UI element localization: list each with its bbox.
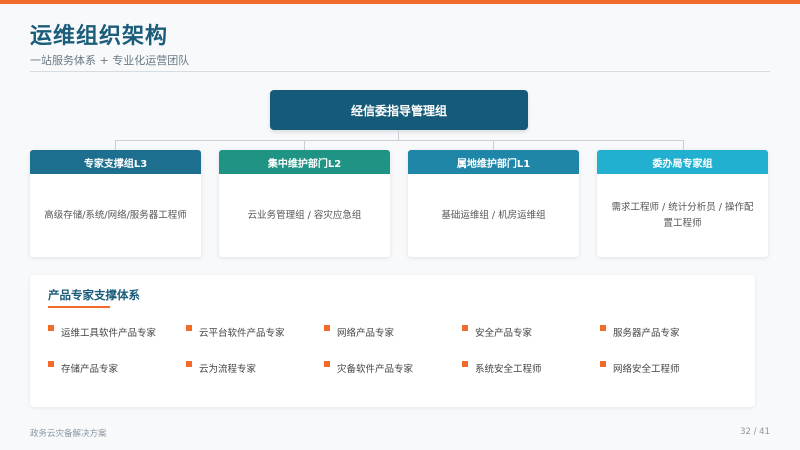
page-number: 32 / 41: [740, 427, 770, 437]
dept-name: 属地维护部门L1: [456, 158, 531, 170]
support-title-underline: [48, 306, 110, 308]
dept-desc: 云业务管理组 / 容灾应急组: [247, 209, 362, 221]
connector-dept-1: [115, 140, 116, 150]
org-root-label: 经信委指导管理组: [350, 103, 447, 118]
bullet-icon: [462, 361, 468, 367]
bullet-icon: [48, 361, 54, 367]
expert-item: 云为流程专家: [186, 361, 256, 375]
expert-item: 系统安全工程师: [462, 361, 542, 375]
expert-label: 运维工具软件产品专家: [61, 328, 157, 339]
expert-label: 网络产品专家: [337, 328, 395, 339]
expert-item: 服务器产品专家: [600, 325, 680, 339]
dept-name: 专家支撑组L3: [83, 158, 148, 170]
dept-desc: 需求工程师 / 统计分析员 / 操作配置工程师: [611, 201, 754, 229]
dept-header: 属地维护部门L1: [408, 150, 579, 174]
bullet-icon: [600, 325, 606, 331]
support-title: 产品专家支撑体系: [48, 288, 140, 302]
dept-header: 专家支撑组L3: [30, 150, 201, 174]
connector-root: [398, 130, 399, 140]
expert-label: 云平台软件产品专家: [199, 328, 285, 339]
expert-label: 存储产品专家: [61, 364, 119, 375]
footer-doc-title: 政务云灾备解决方案: [30, 429, 107, 439]
header-divider: [30, 71, 770, 72]
dept-card-expert-support: 专家支撑组L3 高级存储/系统/网络/服务器工程师: [30, 150, 201, 257]
expert-label: 安全产品专家: [475, 328, 533, 339]
dept-card-local-maintenance: 属地维护部门L1 基础运维组 / 机房运维组: [408, 150, 579, 257]
expert-item: 运维工具软件产品专家: [48, 325, 156, 339]
org-root-node: 经信委指导管理组: [270, 90, 528, 130]
dept-desc: 基础运维组 / 机房运维组: [441, 209, 546, 221]
dept-name: 集中维护部门L2: [267, 158, 342, 170]
expert-item: 灾备软件产品专家: [324, 361, 413, 375]
bullet-icon: [48, 325, 54, 331]
expert-label: 灾备软件产品专家: [337, 364, 414, 375]
expert-item: 存储产品专家: [48, 361, 118, 375]
expert-label: 服务器产品专家: [613, 328, 680, 339]
expert-item: 网络产品专家: [324, 325, 394, 339]
page-subtitle: 一站服务体系 + 专业化运营团队: [30, 54, 190, 67]
bullet-icon: [186, 361, 192, 367]
expert-label: 云为流程专家: [199, 364, 257, 375]
expert-item: 云平台软件产品专家: [186, 325, 285, 339]
dept-header: 委办局专家组: [597, 150, 768, 174]
connector-dept-4: [683, 140, 684, 150]
dept-card-central-maintenance: 集中维护部门L2 云业务管理组 / 容灾应急组: [219, 150, 390, 257]
bullet-icon: [600, 361, 606, 367]
expert-label: 系统安全工程师: [475, 364, 542, 375]
expert-label: 网络安全工程师: [613, 364, 680, 375]
dept-header: 集中维护部门L2: [219, 150, 390, 174]
expert-item: 安全产品专家: [462, 325, 532, 339]
support-panel: 产品专家支撑体系 运维工具软件产品专家 云平台软件产品专家 网络产品专家 安全产…: [30, 275, 755, 407]
bullet-icon: [324, 361, 330, 367]
page-title: 运维组织架构: [30, 24, 169, 49]
connector-dept-3: [493, 140, 494, 150]
connector-horizontal: [115, 140, 684, 141]
dept-desc: 高级存储/系统/网络/服务器工程师: [44, 209, 187, 221]
dept-name: 委办局专家组: [652, 158, 713, 170]
bullet-icon: [186, 325, 192, 331]
bullet-icon: [324, 325, 330, 331]
dept-card-bureau-experts: 委办局专家组 需求工程师 / 统计分析员 / 操作配置工程师: [597, 150, 768, 257]
top-accent-bar: [0, 0, 800, 4]
bullet-icon: [462, 325, 468, 331]
expert-item: 网络安全工程师: [600, 361, 680, 375]
connector-dept-2: [304, 140, 305, 150]
